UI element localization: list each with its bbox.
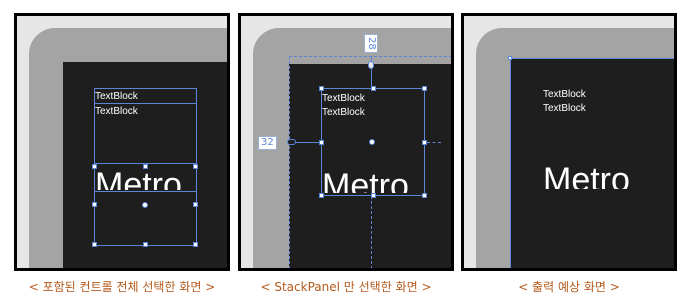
- metro-text: Metro: [543, 161, 630, 189]
- preview-guide-top: [510, 58, 674, 59]
- resize-handle[interactable]: [193, 164, 198, 169]
- center-handle[interactable]: [369, 139, 375, 145]
- preview-guide-left: [510, 58, 511, 268]
- caption-all-selected: < 포함된 컨트롤 전체 선택한 화면 >: [28, 280, 216, 294]
- pin-icon-top[interactable]: [368, 61, 374, 69]
- designer-panel-stackpanel-selected: 28 32 TextBlock TextBlock Metro: [238, 13, 454, 271]
- resize-handle[interactable]: [143, 242, 148, 247]
- resize-handle[interactable]: [92, 202, 97, 207]
- resize-handle[interactable]: [319, 193, 324, 198]
- resize-handle[interactable]: [422, 193, 427, 198]
- resize-handle[interactable]: [371, 193, 376, 198]
- metro-selection-bottom: [94, 191, 197, 192]
- resize-handle[interactable]: [422, 86, 427, 91]
- resize-handle[interactable]: [319, 86, 324, 91]
- caption-stackpanel-selected: < StackPanel 만 선택한 화면 >: [260, 280, 432, 294]
- caption-output-preview: < 출력 예상 화면 >: [518, 280, 620, 294]
- resize-handle[interactable]: [371, 86, 376, 91]
- margin-left-value: 32: [258, 136, 277, 150]
- corner-marker: [508, 56, 512, 60]
- output-preview-panel: TextBlock TextBlock Metro: [461, 13, 677, 271]
- resize-handle[interactable]: [422, 140, 427, 145]
- margin-top-value: 28: [364, 34, 378, 53]
- resize-handle[interactable]: [92, 164, 97, 169]
- resize-handle[interactable]: [193, 242, 198, 247]
- designer-panel-all-selected: TextBlock TextBlock Metro: [14, 13, 230, 271]
- margin-guide-left: [289, 56, 290, 268]
- resize-handle[interactable]: [143, 164, 148, 169]
- alignment-guide-horizontal: [427, 142, 441, 144]
- resize-handle[interactable]: [92, 242, 97, 247]
- textblock-2: TextBlock: [543, 103, 586, 114]
- pin-icon-left[interactable]: [287, 139, 296, 145]
- alignment-guide-vertical: [371, 196, 372, 268]
- resize-handle[interactable]: [319, 140, 324, 145]
- textblock-1: TextBlock: [543, 89, 586, 100]
- resize-handle[interactable]: [193, 202, 198, 207]
- center-handle[interactable]: [142, 202, 148, 208]
